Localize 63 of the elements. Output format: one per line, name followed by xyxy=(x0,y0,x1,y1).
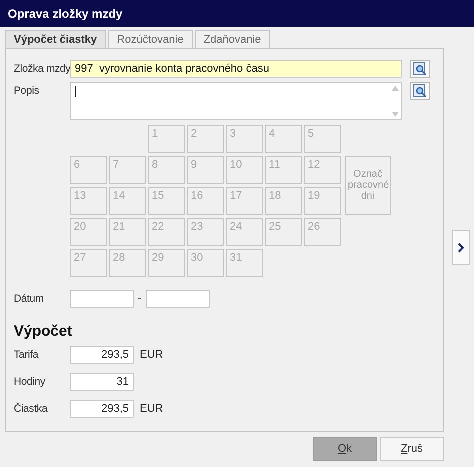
calendar-day[interactable]: 17 xyxy=(226,187,263,215)
calendar-day[interactable]: 1 xyxy=(148,125,185,153)
calendar-day[interactable]: 31 xyxy=(226,249,263,277)
calendar-day[interactable]: 19 xyxy=(304,187,341,215)
field-label: Hodiny xyxy=(14,376,46,388)
calendar-day[interactable]: 10 xyxy=(226,156,263,184)
calendar-day[interactable]: 25 xyxy=(265,218,302,246)
calendar-day[interactable]: 22 xyxy=(148,218,185,246)
date-to-field[interactable] xyxy=(146,290,210,308)
amount-field[interactable]: 31 xyxy=(70,373,134,391)
date-separator: - xyxy=(138,293,142,305)
date-from-field[interactable] xyxy=(70,290,134,308)
field-label: Čiastka xyxy=(14,403,49,415)
calendar-day[interactable]: 26 xyxy=(304,218,341,246)
calendar-day[interactable]: 6 xyxy=(70,156,107,184)
wage-component-field[interactable]: 997 vyrovnanie konta pracovného času xyxy=(70,60,402,78)
calendar-day[interactable]: 15 xyxy=(148,187,185,215)
calendar-day[interactable]: 2 xyxy=(187,125,224,153)
expand-button[interactable] xyxy=(452,230,470,265)
field-label: Tarifa xyxy=(14,349,40,361)
field-label: Zložka mzdy xyxy=(14,63,70,75)
calendar-day[interactable]: 20 xyxy=(70,218,107,246)
lookup-button[interactable] xyxy=(410,82,430,100)
amount-field[interactable]: 293,5 xyxy=(70,346,134,364)
description-field[interactable] xyxy=(70,82,402,120)
tab[interactable]: Výpočet čiastky xyxy=(5,30,106,48)
calendar-day[interactable]: 5 xyxy=(304,125,341,153)
ok-button[interactable]: Ok xyxy=(313,437,377,461)
scroll-down-icon[interactable] xyxy=(392,112,399,117)
amount-field[interactable]: 293,5 xyxy=(70,400,134,418)
window-title: Oprava zložky mzdy xyxy=(0,0,474,27)
tab[interactable]: Zdaňovanie xyxy=(194,30,270,48)
currency-label: EUR xyxy=(140,349,164,361)
field-label: Dátum xyxy=(14,293,45,305)
calendar-day[interactable]: 16 xyxy=(187,187,224,215)
calendar-day[interactable]: 13 xyxy=(70,187,107,215)
calendar-day[interactable]: 18 xyxy=(265,187,302,215)
calendar-day[interactable]: 30 xyxy=(187,249,224,277)
search-icon xyxy=(413,62,427,76)
calendar-day[interactable]: 14 xyxy=(109,187,146,215)
calendar-day[interactable]: 11 xyxy=(265,156,302,184)
search-icon xyxy=(413,84,427,98)
calendar-day[interactable]: 7 xyxy=(109,156,146,184)
field-label: Popis xyxy=(14,85,40,97)
cancel-button[interactable]: Zruš xyxy=(380,437,444,461)
calendar-day[interactable]: 12 xyxy=(304,156,341,184)
calendar-day[interactable]: 28 xyxy=(109,249,146,277)
calendar-day[interactable]: 3 xyxy=(226,125,263,153)
calendar-day[interactable]: 24 xyxy=(226,218,263,246)
tab[interactable]: Rozúčtovanie xyxy=(108,30,193,48)
calendar-day[interactable]: 21 xyxy=(109,218,146,246)
calendar-day[interactable]: 8 xyxy=(148,156,185,184)
calendar-day[interactable]: 27 xyxy=(70,249,107,277)
scroll-up-icon[interactable] xyxy=(392,86,399,91)
mark-workdays-button[interactable]: Označ pracovné dni xyxy=(345,156,391,215)
chevron-right-icon xyxy=(458,242,464,252)
calendar-day[interactable]: 4 xyxy=(265,125,302,153)
section-heading: Výpočet xyxy=(14,323,74,340)
lookup-button[interactable] xyxy=(410,60,430,78)
calendar-day[interactable]: 23 xyxy=(187,218,224,246)
currency-label: EUR xyxy=(140,403,164,415)
calendar-day[interactable]: 9 xyxy=(187,156,224,184)
calendar-day[interactable]: 29 xyxy=(148,249,185,277)
